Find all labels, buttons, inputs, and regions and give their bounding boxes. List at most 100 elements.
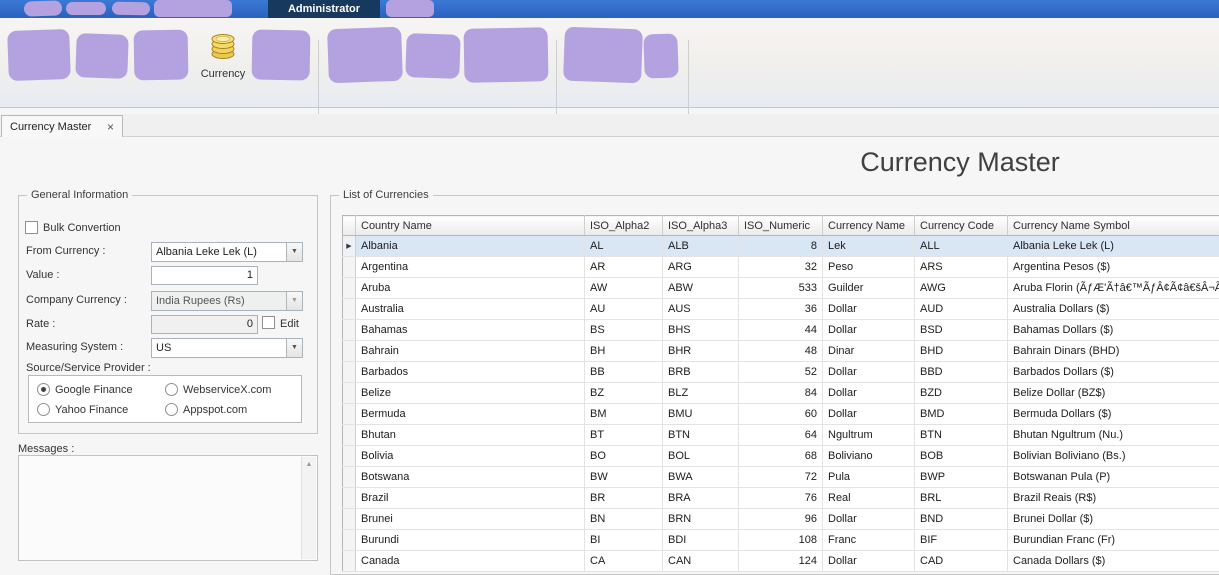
- grid-cell[interactable]: BT: [585, 425, 663, 446]
- grid-cell[interactable]: BH: [585, 341, 663, 362]
- grid-cell[interactable]: 44: [739, 320, 823, 341]
- grid-cell[interactable]: BHS: [663, 320, 739, 341]
- redacted-ribbon-button[interactable]: [643, 33, 679, 78]
- chevron-down-icon[interactable]: ▼: [286, 339, 302, 357]
- grid-cell[interactable]: Bahrain Dinars (BHD): [1008, 341, 1219, 362]
- table-row[interactable]: BruneiBNBRN96DollarBNDBrunei Dollar ($): [343, 509, 1219, 530]
- table-row[interactable]: BahamasBSBHS44DollarBSDBahamas Dollars (…: [343, 320, 1219, 341]
- scroll-up-icon[interactable]: ▲: [302, 457, 316, 472]
- grid-cell[interactable]: 84: [739, 383, 823, 404]
- grid-cell[interactable]: Dollar: [823, 509, 915, 530]
- radio-google-finance[interactable]: [37, 383, 50, 396]
- grid-cell[interactable]: Bahrain: [356, 341, 585, 362]
- grid-cell[interactable]: Boliviano: [823, 446, 915, 467]
- redacted-ribbon-tab[interactable]: [154, 0, 232, 17]
- radio-webservicex[interactable]: [165, 383, 178, 396]
- grid-cell[interactable]: Barbados Dollars ($): [1008, 362, 1219, 383]
- grid-cell[interactable]: AUD: [915, 299, 1008, 320]
- table-row[interactable]: BurundiBIBDI108FrancBIFBurundian Franc (…: [343, 530, 1219, 551]
- grid-cell[interactable]: AU: [585, 299, 663, 320]
- redacted-ribbon-button[interactable]: [134, 30, 189, 81]
- grid-cell[interactable]: Belize: [356, 383, 585, 404]
- grid-cell[interactable]: Pula: [823, 467, 915, 488]
- grid-cell[interactable]: ARG: [663, 257, 739, 278]
- radio-yahoo-finance[interactable]: [37, 403, 50, 416]
- grid-cell[interactable]: Bermuda: [356, 404, 585, 425]
- redacted-ribbon-button[interactable]: [252, 29, 311, 80]
- grid-cell[interactable]: Real: [823, 488, 915, 509]
- grid-cell[interactable]: Peso: [823, 257, 915, 278]
- grid-cell[interactable]: 96: [739, 509, 823, 530]
- grid-cell[interactable]: 8: [739, 236, 823, 257]
- grid-cell[interactable]: BTN: [915, 425, 1008, 446]
- grid-cell[interactable]: BWP: [915, 467, 1008, 488]
- grid-cell[interactable]: BBD: [915, 362, 1008, 383]
- grid-cell[interactable]: Dinar: [823, 341, 915, 362]
- table-row[interactable]: BotswanaBWBWA72PulaBWPBotswanan Pula (P): [343, 467, 1219, 488]
- redacted-ribbon-tab[interactable]: [386, 0, 434, 17]
- grid-cell[interactable]: AUS: [663, 299, 739, 320]
- grid-cell[interactable]: BZ: [585, 383, 663, 404]
- grid-cell[interactable]: Bolivian Boliviano (Bs.): [1008, 446, 1219, 467]
- grid-cell[interactable]: BOL: [663, 446, 739, 467]
- column-header[interactable]: Currency Name: [823, 216, 915, 236]
- grid-cell[interactable]: Barbados: [356, 362, 585, 383]
- table-row[interactable]: BahrainBHBHR48DinarBHDBahrain Dinars (BH…: [343, 341, 1219, 362]
- grid-cell[interactable]: BND: [915, 509, 1008, 530]
- grid-cell[interactable]: Argentina Pesos ($): [1008, 257, 1219, 278]
- grid-cell[interactable]: 60: [739, 404, 823, 425]
- grid-cell[interactable]: BHD: [915, 341, 1008, 362]
- grid-cell[interactable]: Bermuda Dollars ($): [1008, 404, 1219, 425]
- grid-cell[interactable]: Burundian Franc (Fr): [1008, 530, 1219, 551]
- table-row[interactable]: AustraliaAUAUS36DollarAUDAustralia Dolla…: [343, 299, 1219, 320]
- table-row[interactable]: BrazilBRBRA76RealBRLBrazil Reais (R$): [343, 488, 1219, 509]
- grid-cell[interactable]: AL: [585, 236, 663, 257]
- redacted-quick-access-button[interactable]: [66, 2, 106, 15]
- grid-cell[interactable]: 32: [739, 257, 823, 278]
- redacted-ribbon-button[interactable]: [405, 33, 461, 79]
- grid-cell[interactable]: Bahamas Dollars ($): [1008, 320, 1219, 341]
- grid-cell[interactable]: ALB: [663, 236, 739, 257]
- grid-cell[interactable]: BOB: [915, 446, 1008, 467]
- column-header[interactable]: Country Name: [356, 216, 585, 236]
- table-row[interactable]: CanadaCACAN124DollarCADCanada Dollars ($…: [343, 551, 1219, 572]
- grid-cell[interactable]: Brunei Dollar ($): [1008, 509, 1219, 530]
- grid-cell[interactable]: Botswana: [356, 467, 585, 488]
- table-row[interactable]: BelizeBZBLZ84DollarBZDBelize Dollar (BZ$…: [343, 383, 1219, 404]
- grid-cell[interactable]: BZD: [915, 383, 1008, 404]
- grid-cell[interactable]: Dollar: [823, 383, 915, 404]
- grid-cell[interactable]: Canada Dollars ($): [1008, 551, 1219, 572]
- grid-cell[interactable]: Albania: [356, 236, 585, 257]
- grid-cell[interactable]: Brazil: [356, 488, 585, 509]
- grid-cell[interactable]: 108: [739, 530, 823, 551]
- grid-cell[interactable]: 36: [739, 299, 823, 320]
- grid-cell[interactable]: Franc: [823, 530, 915, 551]
- grid-cell[interactable]: Australia: [356, 299, 585, 320]
- rate-input[interactable]: 0: [151, 315, 258, 334]
- grid-cell[interactable]: ALL: [915, 236, 1008, 257]
- tab-currency-master[interactable]: Currency Master ×: [1, 115, 123, 137]
- grid-cell[interactable]: BRL: [915, 488, 1008, 509]
- table-row[interactable]: ArgentinaARARG32PesoARSArgentina Pesos (…: [343, 257, 1219, 278]
- column-header[interactable]: Currency Code: [915, 216, 1008, 236]
- ribbon-tab-administrator[interactable]: Administrator: [268, 0, 380, 18]
- grid-cell[interactable]: 64: [739, 425, 823, 446]
- grid-cell[interactable]: 68: [739, 446, 823, 467]
- table-row[interactable]: BarbadosBBBRB52DollarBBDBarbados Dollars…: [343, 362, 1219, 383]
- grid-cell[interactable]: BLZ: [663, 383, 739, 404]
- column-header[interactable]: ISO_Alpha3: [663, 216, 739, 236]
- chevron-down-icon[interactable]: ▼: [286, 243, 302, 261]
- grid-cell[interactable]: CAN: [663, 551, 739, 572]
- grid-cell[interactable]: BHR: [663, 341, 739, 362]
- grid-cell[interactable]: BM: [585, 404, 663, 425]
- grid-cell[interactable]: BN: [585, 509, 663, 530]
- grid-cell[interactable]: BRN: [663, 509, 739, 530]
- currency-button[interactable]: Currency: [192, 24, 254, 92]
- grid-cell[interactable]: Burundi: [356, 530, 585, 551]
- table-row[interactable]: BhutanBTBTN64NgultrumBTNBhutan Ngultrum …: [343, 425, 1219, 446]
- grid-cell[interactable]: ABW: [663, 278, 739, 299]
- grid-cell[interactable]: Bahamas: [356, 320, 585, 341]
- grid-cell[interactable]: Belize Dollar (BZ$): [1008, 383, 1219, 404]
- grid-cell[interactable]: Dollar: [823, 362, 915, 383]
- grid-cell[interactable]: Dollar: [823, 551, 915, 572]
